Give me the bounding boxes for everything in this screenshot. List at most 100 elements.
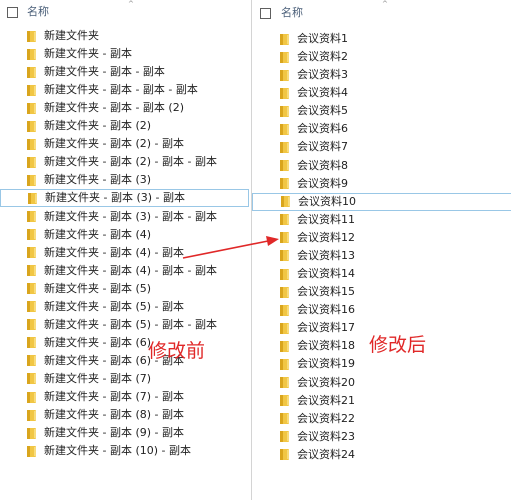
folder-name: 会议资料21 (297, 393, 355, 407)
folder-icon (27, 120, 36, 132)
folder-icon (27, 211, 36, 222)
list-item[interactable]: 新建文件夹 - 副本 (2) (0, 117, 249, 135)
folder-icon (27, 445, 36, 457)
list-item[interactable]: 新建文件夹 - 副本 (4) (0, 226, 249, 244)
folder-icon (280, 123, 289, 135)
folder-name: 会议资料2 (297, 50, 348, 64)
list-item[interactable]: 会议资料8 (252, 157, 511, 175)
list-item[interactable]: 会议资料13 (252, 247, 511, 265)
list-item[interactable]: 新建文件夹 - 副本 (6) - 副本 (0, 352, 249, 370)
left-select-all-checkbox-icon[interactable] (7, 7, 18, 18)
list-item[interactable]: 新建文件夹 - 副本 (4) - 副本 (0, 244, 249, 262)
folder-icon (27, 319, 36, 331)
folder-icon (280, 232, 289, 244)
list-item[interactable]: 新建文件夹 - 副本 - 副本 (2) (0, 99, 249, 117)
folder-icon (280, 431, 289, 443)
folder-icon (280, 141, 289, 153)
list-item[interactable]: 会议资料2 (252, 48, 511, 66)
folder-icon (27, 337, 36, 349)
folder-icon (280, 33, 289, 45)
left-name-column-header[interactable]: 名称 (27, 5, 49, 19)
folder-name: 会议资料6 (297, 122, 348, 136)
list-item[interactable]: 新建文件夹 - 副本 (10) - 副本 (0, 442, 249, 460)
right-select-all-checkbox-icon[interactable] (260, 8, 271, 19)
list-item[interactable]: 会议资料4 (252, 84, 511, 102)
folder-name: 会议资料22 (297, 411, 355, 425)
list-item[interactable]: 会议资料15 (252, 283, 511, 301)
list-item[interactable]: 新建文件夹 - 副本 (7) (0, 370, 249, 388)
folder-name: 会议资料11 (297, 212, 355, 226)
folder-name: 新建文件夹 - 副本 - 副本 (2) (44, 101, 185, 115)
list-item[interactable]: 新建文件夹 (0, 27, 249, 45)
list-item[interactable]: 新建文件夹 - 副本 (3) (0, 171, 249, 189)
list-item[interactable]: 新建文件夹 - 副本 (5) - 副本 - 副本 (0, 316, 249, 334)
list-item[interactable]: 会议资料23 (252, 428, 511, 446)
right-sort-arrow-icon: ^ (382, 0, 388, 8)
folder-name: 新建文件夹 - 副本 (4) - 副本 - 副本 (44, 263, 217, 277)
folder-icon (27, 48, 36, 60)
list-item[interactable]: 会议资料7 (252, 138, 511, 156)
folder-name: 会议资料4 (297, 86, 348, 100)
folder-icon (280, 51, 289, 63)
folder-icon (27, 265, 36, 277)
list-item[interactable]: 会议资料19 (252, 355, 511, 373)
list-item[interactable]: 会议资料9 (252, 175, 511, 193)
left-sort-arrow-icon: ^ (128, 0, 134, 8)
folder-name: 新建文件夹 - 副本 (44, 47, 132, 61)
list-item[interactable]: 会议资料1 (252, 30, 511, 48)
list-item[interactable]: 新建文件夹 - 副本 (4) - 副本 - 副本 (0, 262, 249, 280)
folder-icon (27, 301, 36, 313)
folder-name: 新建文件夹 - 副本 (5) - 副本 (44, 299, 185, 313)
list-item[interactable]: 新建文件夹 - 副本 (7) - 副本 (0, 388, 249, 406)
folder-icon (27, 283, 36, 295)
list-item[interactable]: 新建文件夹 - 副本 (9) - 副本 (0, 424, 249, 442)
folder-name: 会议资料18 (297, 339, 355, 353)
list-item[interactable]: 会议资料5 (252, 102, 511, 120)
folder-name: 新建文件夹 - 副本 (3) - 副本 (45, 191, 186, 205)
list-item[interactable]: 会议资料22 (252, 410, 511, 428)
folder-icon (280, 395, 289, 407)
folder-name: 新建文件夹 - 副本 (8) - 副本 (44, 408, 185, 422)
list-item[interactable]: 会议资料21 (252, 392, 511, 410)
right-column-header[interactable]: 名称 ^ (252, 0, 511, 26)
list-item[interactable]: 会议资料10 (252, 192, 511, 211)
list-item[interactable]: 会议资料3 (252, 66, 511, 84)
folder-name: 新建文件夹 - 副本 (7) - 副本 (44, 390, 185, 403)
list-item[interactable]: 会议资料6 (252, 120, 511, 138)
list-item[interactable]: 新建文件夹 - 副本 - 副本 - 副本 (0, 81, 249, 99)
folder-icon (27, 427, 36, 439)
list-item[interactable]: 会议资料16 (252, 301, 511, 319)
folder-icon (280, 160, 289, 172)
list-item[interactable]: 新建文件夹 - 副本 (8) - 副本 (0, 406, 249, 424)
list-item[interactable]: 会议资料24 (252, 446, 511, 464)
list-item[interactable]: 新建文件夹 - 副本 (3) - 副本 (0, 189, 249, 208)
folder-name: 新建文件夹 - 副本 (2) (44, 119, 152, 133)
right-name-column-header[interactable]: 名称 (281, 6, 303, 20)
list-item[interactable]: 新建文件夹 - 副本 (6) (0, 334, 249, 352)
folder-name: 会议资料3 (297, 68, 348, 82)
list-item[interactable]: 新建文件夹 - 副本 (2) - 副本 (0, 135, 249, 153)
list-item[interactable]: 新建文件夹 - 副本 (2) - 副本 - 副本 (0, 153, 249, 171)
list-item[interactable]: 会议资料14 (252, 265, 511, 283)
list-item[interactable]: 会议资料11 (252, 211, 511, 229)
folder-icon (280, 322, 289, 334)
list-item[interactable]: 新建文件夹 - 副本 (5) - 副本 (0, 298, 249, 316)
folder-name: 会议资料16 (297, 303, 355, 317)
list-item[interactable]: 新建文件夹 - 副本 (3) - 副本 - 副本 (0, 208, 249, 226)
list-item[interactable]: 新建文件夹 - 副本 (0, 45, 249, 63)
folder-icon (280, 87, 289, 99)
folder-name: 新建文件夹 - 副本 - 副本 - 副本 (44, 83, 198, 97)
folder-name: 会议资料24 (297, 447, 355, 461)
folder-name: 会议资料5 (297, 104, 348, 118)
folder-icon (280, 413, 289, 425)
folder-name: 新建文件夹 (44, 29, 99, 42)
folder-icon (27, 30, 36, 42)
list-item[interactable]: 会议资料12 (252, 229, 511, 247)
left-column-header[interactable]: 名称 ^ (0, 0, 249, 26)
folder-icon (280, 105, 289, 117)
list-item[interactable]: 会议资料20 (252, 374, 511, 392)
list-item[interactable]: 新建文件夹 - 副本 - 副本 (0, 63, 249, 81)
folder-icon (27, 156, 36, 168)
left-file-list-pane: 名称 ^ 新建文件夹 新建文件夹 - 副本 新建文件夹 - 副本 - 副本 新建文件夹… (0, 0, 249, 500)
list-item[interactable]: 新建文件夹 - 副本 (5) (0, 280, 249, 298)
